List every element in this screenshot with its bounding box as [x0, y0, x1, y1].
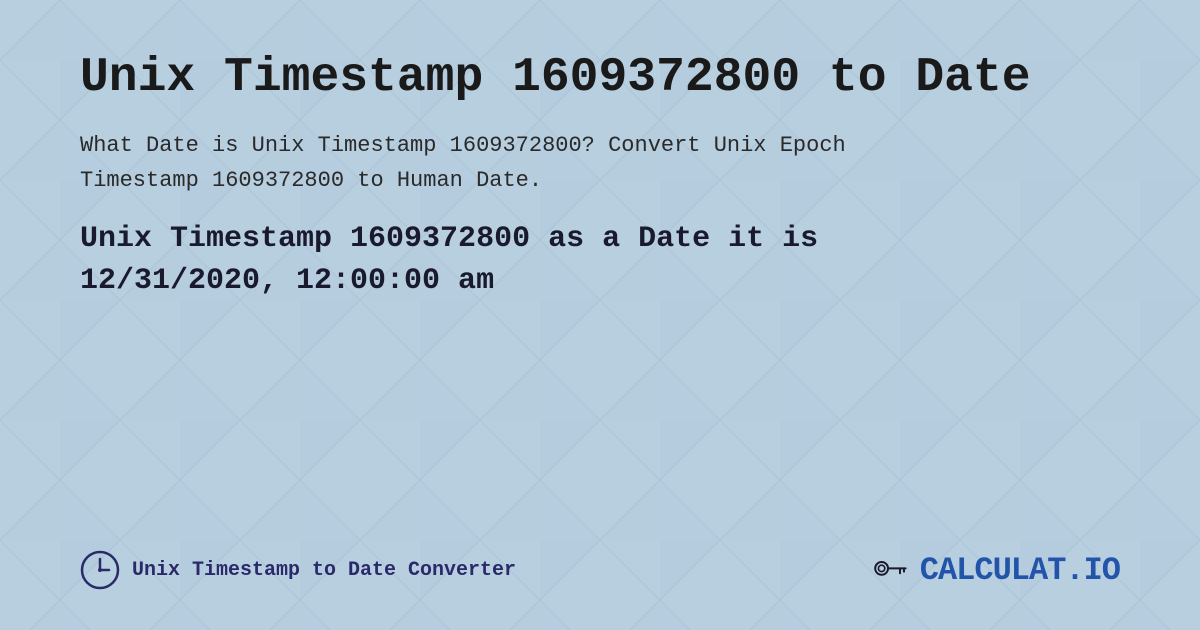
clock-icon	[80, 550, 120, 590]
page-title: Unix Timestamp 1609372800 to Date	[80, 50, 1120, 108]
logo-icon	[872, 550, 912, 590]
page-content: Unix Timestamp 1609372800 to Date What D…	[0, 0, 1200, 630]
description-line2: Timestamp 1609372800 to Human Date.	[80, 168, 542, 193]
page-description: What Date is Unix Timestamp 1609372800? …	[80, 128, 1120, 198]
logo-area: CALCULAT.IO	[872, 550, 1120, 590]
footer-left: Unix Timestamp to Date Converter	[80, 550, 516, 590]
description-line1: What Date is Unix Timestamp 1609372800? …	[80, 133, 846, 158]
logo-text-accent: .IO	[1065, 552, 1120, 589]
logo-text: CALCULAT.IO	[920, 552, 1120, 589]
logo-text-main: CALCULAT	[920, 552, 1066, 589]
result-text: Unix Timestamp 1609372800 as a Date it i…	[80, 218, 1120, 302]
result-line2: 12/31/2020, 12:00:00 am	[80, 264, 494, 298]
result-section: Unix Timestamp 1609372800 as a Date it i…	[80, 218, 1120, 302]
result-line1: Unix Timestamp 1609372800 as a Date it i…	[80, 222, 818, 256]
footer-link-text[interactable]: Unix Timestamp to Date Converter	[132, 559, 516, 582]
footer: Unix Timestamp to Date Converter CALCULA…	[80, 530, 1120, 590]
